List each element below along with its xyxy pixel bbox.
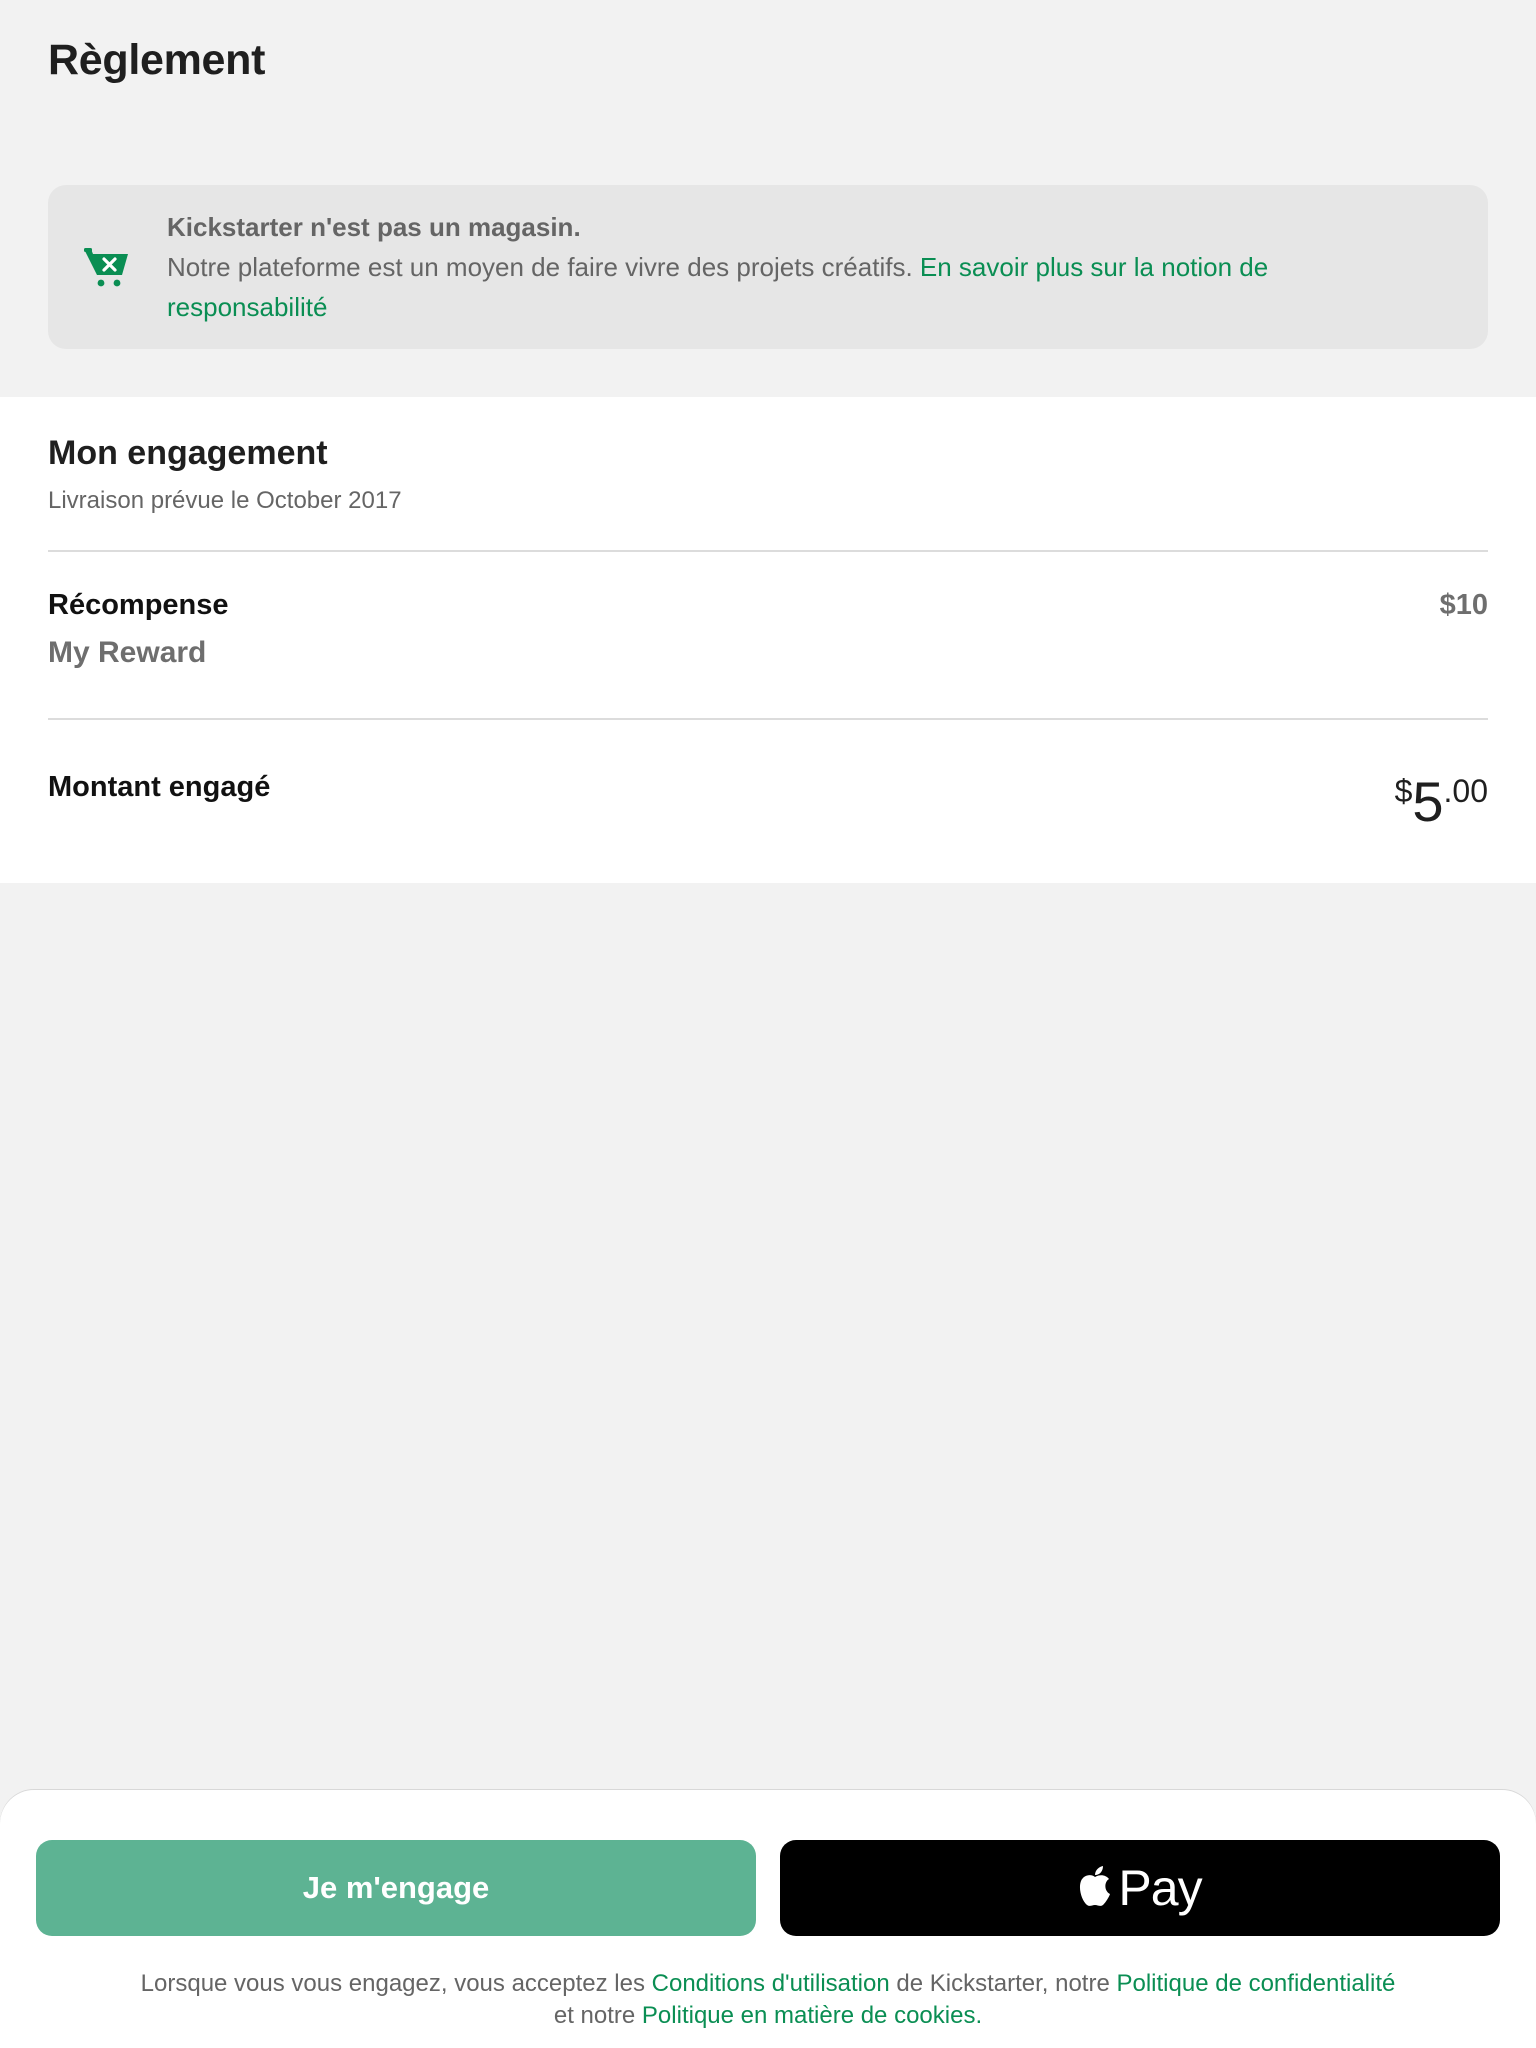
privacy-policy-link[interactable]: Politique de confidentialité: [1116, 1970, 1395, 1997]
pledge-amount: $5.00: [1395, 769, 1488, 834]
pledge-button[interactable]: Je m'engage: [36, 1840, 756, 1936]
legal-mid1: de Kickstarter, notre: [889, 1970, 1117, 1997]
notice-heading: Kickstarter n'est pas un magasin.: [167, 212, 581, 242]
reward-name: My Reward: [48, 636, 207, 669]
amount-cents: .00: [1443, 773, 1488, 809]
pledge-amount-label: Montant engagé: [48, 771, 271, 803]
not-a-store-notice: Kickstarter n'est pas un magasin. Notre …: [48, 185, 1488, 349]
pledge-section-title: Mon engagement: [48, 434, 328, 472]
estimated-delivery: Livraison prévue le October 2017: [48, 487, 402, 514]
divider: [48, 550, 1488, 552]
legal-text: Lorsque vous vous engagez, vous acceptez…: [130, 1968, 1406, 2032]
apple-pay-button[interactable]: Pay: [780, 1840, 1500, 1936]
divider: [48, 718, 1488, 720]
checkout-footer: Je m'engage Pay Lorsque vous vous engage…: [0, 1790, 1536, 2048]
apple-pay-label: Pay: [1118, 1860, 1202, 1916]
terms-link[interactable]: Conditions d'utilisation: [652, 1970, 890, 1997]
legal-prefix: Lorsque vous vous engagez, vous acceptez…: [140, 1970, 652, 1997]
page-title: Règlement: [48, 36, 266, 84]
pledge-summary-card: Mon engagement Livraison prévue le Octob…: [0, 397, 1536, 883]
reward-price: $10: [1439, 589, 1488, 621]
cookie-policy-link[interactable]: Politique en matière de cookies: [642, 2002, 976, 2029]
apple-logo-icon: [1078, 1865, 1112, 1911]
amount-currency: $: [1394, 773, 1413, 809]
legal-suffix: .: [975, 2002, 983, 2029]
checkout-page: Règlement Kickstarter n'est pas un magas…: [0, 0, 1536, 2048]
cart-x-icon: [82, 245, 132, 289]
legal-mid2: et notre: [553, 2002, 642, 2029]
notice-text: Kickstarter n'est pas un magasin. Notre …: [167, 207, 1427, 327]
reward-label: Récompense: [48, 589, 229, 621]
notice-body: Notre plateforme est un moyen de faire v…: [167, 252, 920, 282]
amount-whole: 5: [1412, 770, 1444, 833]
